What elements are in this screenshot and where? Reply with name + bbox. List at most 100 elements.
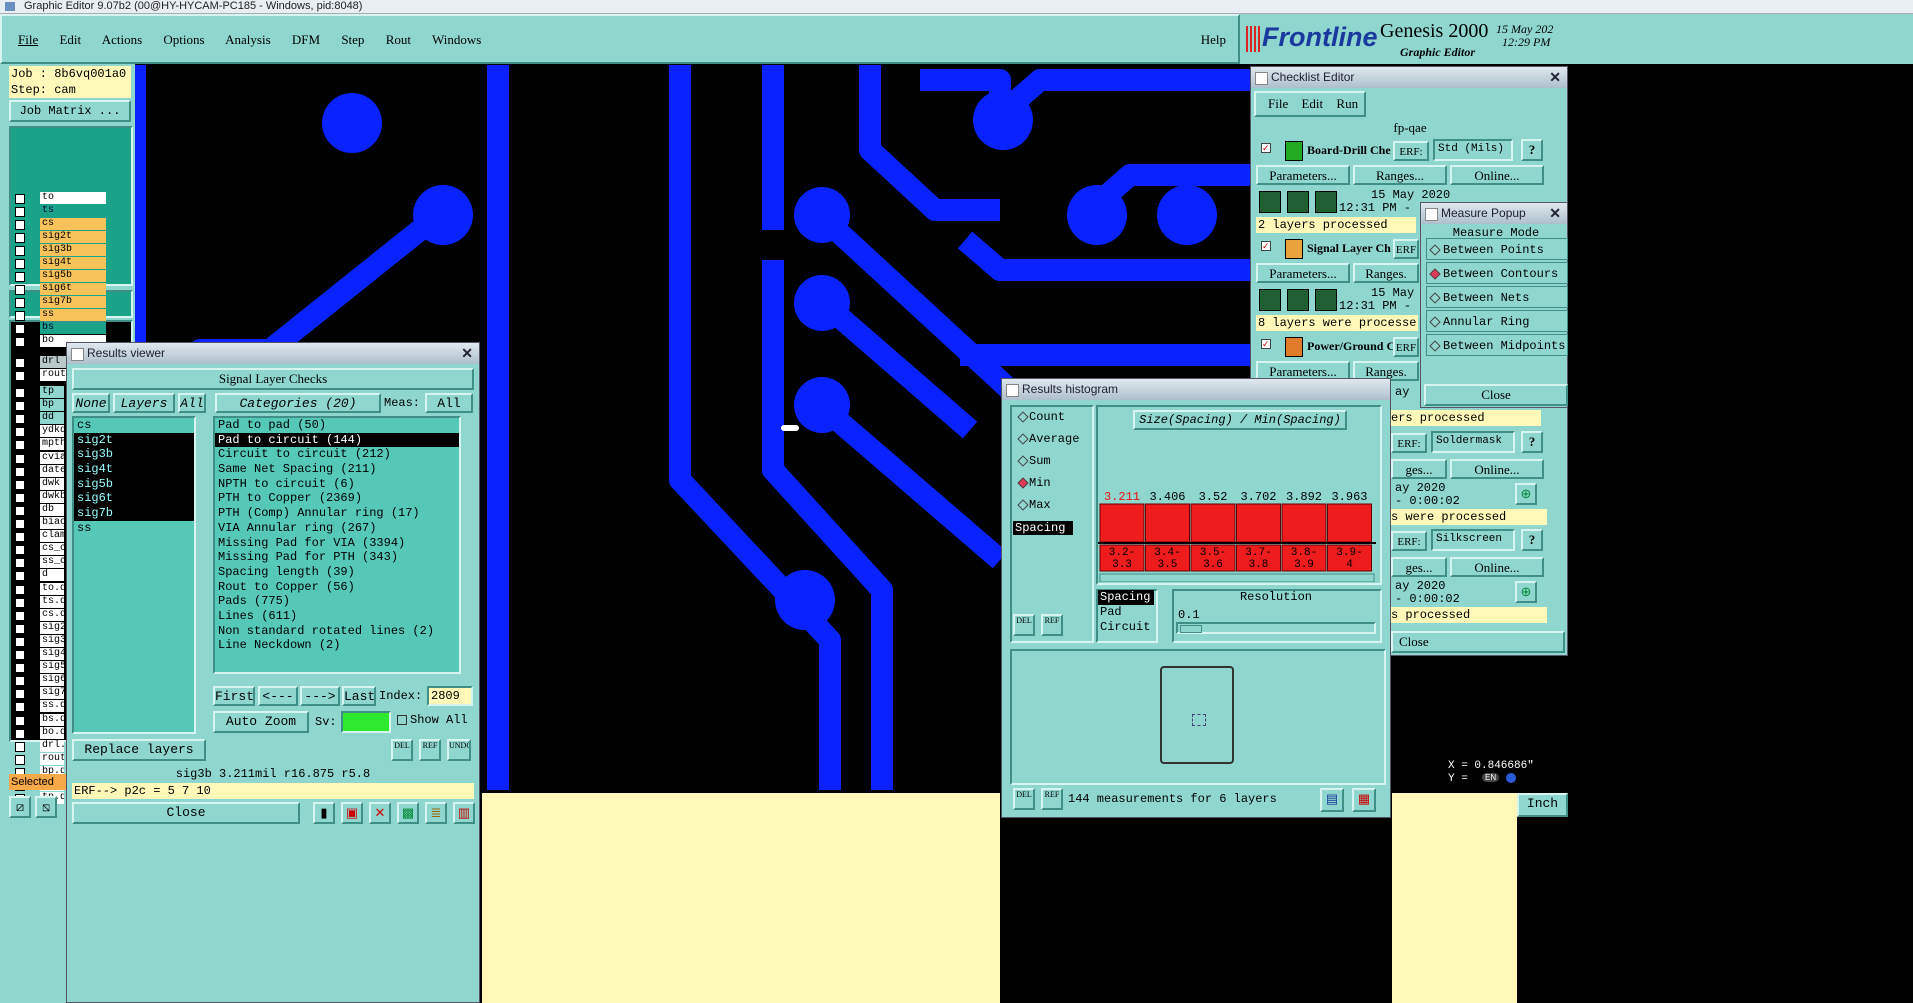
measure-between-nets[interactable]: Between Nets [1426, 286, 1568, 308]
check2-checkbox[interactable]: ✓ [1261, 241, 1271, 251]
rv-layer-item[interactable]: cs [74, 418, 194, 433]
measure-between-points[interactable]: Between Points [1426, 238, 1568, 260]
rv-layer-item[interactable]: sig5b [74, 476, 194, 492]
soldermask-field[interactable]: Soldermask [1431, 431, 1515, 453]
layer-checkbox[interactable] [15, 298, 25, 308]
units-button[interactable]: Inch [1517, 793, 1568, 817]
del-button[interactable]: DEL [391, 739, 413, 761]
layer-checkbox[interactable] [15, 233, 25, 243]
silkscreen-help-icon[interactable]: ? [1521, 529, 1543, 551]
rv-layer-item[interactable]: sig4t [74, 462, 194, 477]
spacing-tab[interactable]: Spacing [1013, 521, 1073, 535]
layer-checkbox[interactable] [15, 440, 25, 451]
rv-category-item[interactable]: Spacing length (39) [215, 565, 459, 580]
check1-parameters[interactable]: Parameters... [1256, 165, 1350, 185]
layer-row[interactable]: sig6 [40, 674, 64, 687]
checklist-menu-file[interactable]: File [1268, 96, 1288, 111]
layer-checkbox[interactable] [15, 650, 25, 660]
ref-button[interactable]: REF [419, 739, 441, 761]
tool-icon-f[interactable]: ▥ [453, 802, 475, 824]
replace-layers-button[interactable]: Replace layers [72, 739, 206, 761]
menu-windows[interactable]: Windows [432, 32, 481, 47]
layer-checkbox[interactable] [15, 715, 25, 726]
next-button[interactable]: ---> [300, 686, 340, 706]
rv-category-item[interactable]: PTH (Comp) Annular ring (17) [215, 506, 459, 521]
hist-export-icon-1[interactable]: ▤ [1320, 788, 1344, 812]
run-icon-1[interactable] [1259, 191, 1281, 213]
layer-row[interactable]: cvia [40, 451, 64, 464]
layer-checkbox[interactable] [15, 676, 25, 687]
show-all-checkbox[interactable] [397, 715, 407, 725]
all-button[interactable]: All [178, 393, 206, 413]
run-icon-3[interactable] [1315, 191, 1337, 213]
job-matrix-button[interactable]: Job Matrix ... [9, 100, 131, 122]
layer-row[interactable]: clam [40, 530, 64, 543]
check1-erf-value[interactable]: Std (Mils) [1433, 139, 1513, 161]
layer-row[interactable]: to [40, 192, 106, 204]
layer-checkbox[interactable] [15, 401, 25, 412]
check3-checkbox[interactable]: ✓ [1261, 339, 1271, 349]
layer-checkbox[interactable] [15, 246, 25, 256]
resolution-slider[interactable] [1176, 622, 1376, 634]
layer-checkbox[interactable] [15, 414, 25, 425]
menu-file[interactable]: File [18, 32, 38, 47]
layer-checkbox[interactable] [15, 636, 25, 647]
layer-checkbox[interactable] [15, 689, 25, 700]
type-circuit[interactable]: Circuit [1098, 620, 1154, 635]
index-field[interactable]: 2809 [427, 686, 473, 706]
layer-row[interactable]: biao [40, 517, 64, 529]
type-spacing[interactable]: Spacing [1098, 590, 1154, 605]
run-icon-6[interactable] [1315, 289, 1337, 311]
hist-ref-button[interactable]: REF [1041, 614, 1063, 636]
rv-layer-item[interactable]: sig3b [74, 447, 194, 463]
layer-row[interactable]: dwk [40, 477, 64, 490]
undo-button[interactable]: UNDO [447, 739, 471, 761]
layer-checkbox[interactable] [15, 388, 25, 398]
left-tool-button-1[interactable]: ⧄ [9, 796, 31, 818]
rv-category-item[interactable]: Same Net Spacing (211) [215, 462, 459, 477]
tool-icon-c[interactable]: ✕ [369, 802, 391, 824]
measure-between-midpoints[interactable]: Between Midpoints [1426, 334, 1568, 356]
layer-row[interactable]: dwkb [40, 490, 64, 503]
layer-row[interactable]: db [40, 503, 64, 516]
categories-button[interactable]: Categories (20) [215, 393, 381, 413]
menu-options[interactable]: Options [163, 32, 204, 47]
layer-checkbox[interactable] [15, 311, 25, 321]
layer-checkbox[interactable] [15, 194, 25, 204]
run-icon-5[interactable] [1287, 289, 1309, 311]
layer-checkbox[interactable] [15, 285, 25, 295]
close-icon[interactable]: ✕ [461, 343, 473, 364]
layer-row[interactable]: ss.d [40, 700, 64, 713]
layer-row[interactable]: ts.d [40, 595, 64, 608]
layer-checkbox[interactable] [15, 519, 25, 529]
rv-category-item[interactable]: Pad to circuit (144) [215, 432, 459, 448]
hist-export-icon-2[interactable]: ▦ [1352, 788, 1376, 812]
tool-icon-e[interactable]: ≣ [425, 802, 447, 824]
rv-category-item[interactable]: Missing Pad for VIA (3394) [215, 536, 459, 551]
layer-checkbox[interactable] [15, 728, 25, 739]
last-button[interactable]: Last [342, 686, 376, 706]
rv-layer-item[interactable]: sig7b [74, 506, 194, 521]
left-tool-button-2[interactable]: ⧅ [35, 796, 57, 818]
layer-row[interactable]: bs [40, 322, 106, 334]
layer-row[interactable]: ss_c [40, 556, 64, 569]
layer-row[interactable]: sig4 [40, 648, 64, 660]
layer-row[interactable]: bo.d [40, 726, 64, 739]
layer-list[interactable]: cs sig2t sig3b sig4t sig5b sig6t sig7b ss [72, 416, 196, 734]
auto-zoom-button[interactable]: Auto Zoom [213, 711, 309, 733]
layer-row[interactable]: d [40, 569, 64, 582]
tool-icon-b[interactable]: ▣ [341, 802, 363, 824]
layer-checkbox[interactable] [15, 702, 25, 713]
layer-row[interactable]: dd [40, 412, 64, 425]
rv-category-item[interactable]: PTH to Copper (2369) [215, 491, 459, 506]
layer-row[interactable]: cs_c [40, 543, 64, 556]
layer-row[interactable]: cs.d [40, 608, 64, 621]
measure-annular-ring[interactable]: Annular Ring [1426, 310, 1568, 332]
layer-checkbox[interactable] [15, 272, 25, 282]
layer-checkbox[interactable] [15, 571, 25, 582]
layer-checkbox[interactable] [15, 532, 25, 543]
check1-name[interactable]: Board-Drill Che [1307, 143, 1391, 158]
check1-ranges[interactable]: Ranges... [1353, 165, 1447, 185]
layer-checkbox[interactable] [15, 545, 25, 556]
layer-checkbox[interactable] [15, 220, 25, 230]
